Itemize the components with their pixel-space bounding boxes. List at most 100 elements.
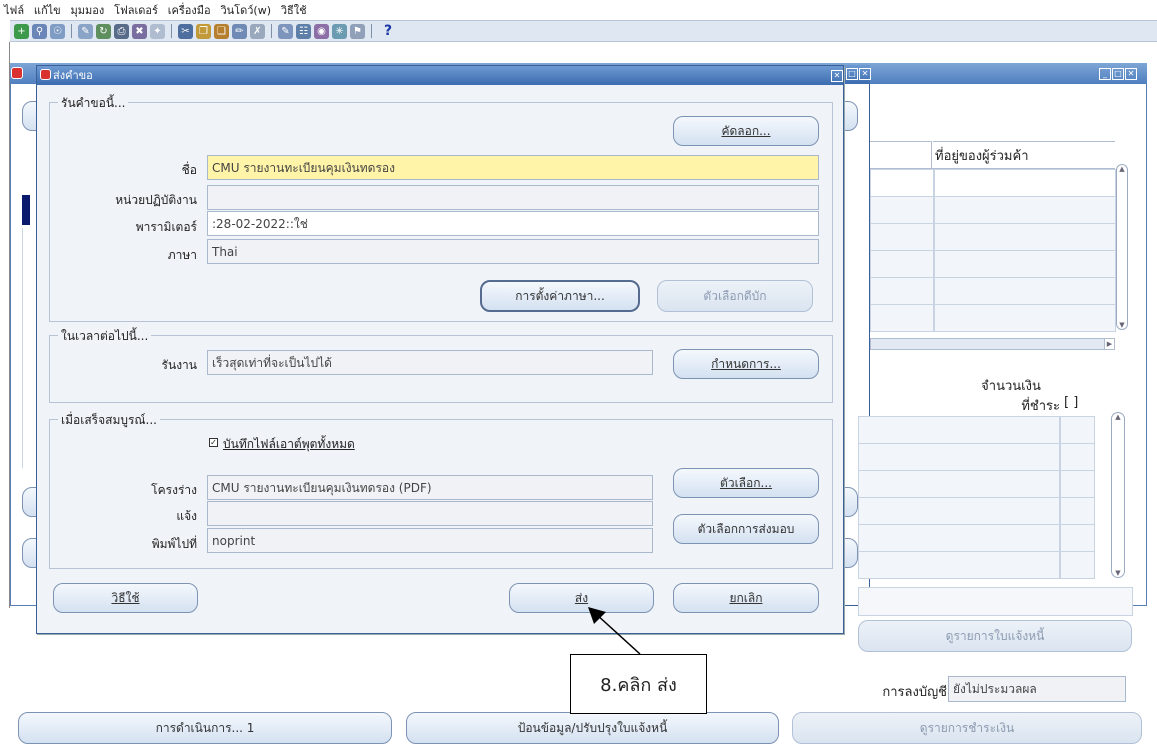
edit-field-icon[interactable]: ✎ — [278, 23, 293, 39]
debug-options-button[interactable]: ตัวเลือกดีบัก — [657, 280, 813, 312]
table-cell[interactable] — [934, 304, 1116, 332]
amount-cell[interactable] — [858, 443, 1060, 471]
name-field[interactable]: CMU รายงานทะเบียนคุมเงินทดรอง — [207, 155, 819, 180]
amount-row[interactable] — [858, 551, 1095, 579]
amount-row[interactable] — [858, 416, 1095, 444]
translations-icon[interactable]: ◉ — [314, 23, 329, 39]
amount-check-cell[interactable] — [1060, 524, 1095, 552]
table-cell[interactable] — [934, 223, 1116, 251]
operating-unit-label: หน่วยปฏิบัติงาน — [115, 193, 197, 207]
bg-button-right[interactable] — [844, 538, 858, 568]
menu-view[interactable]: มุมมอง — [71, 0, 105, 22]
amount-cell[interactable] — [858, 497, 1060, 525]
minimize-icon[interactable]: _ — [1099, 68, 1111, 80]
table-row[interactable] — [870, 196, 1116, 224]
menu-folder[interactable]: โฟลเดอร์ — [114, 0, 158, 22]
layout-field[interactable]: CMU รายงานทะเบียนคุมเงินทดรอง (PDF) — [207, 475, 653, 500]
run-job-field[interactable]: เร็วสุดเท่าที่จะเป็นไปได้ — [207, 350, 653, 375]
table-cell[interactable] — [870, 196, 934, 224]
amount-check-cell[interactable] — [1060, 443, 1095, 471]
table-row[interactable] — [870, 223, 1116, 251]
table-cell[interactable] — [870, 277, 934, 305]
close-form-icon[interactable]: ✖ — [132, 23, 147, 39]
amount-check-cell[interactable] — [1060, 497, 1095, 525]
delete-record-icon[interactable]: ✗ — [250, 23, 265, 39]
bg-button-right[interactable] — [844, 101, 858, 131]
view-payments-button[interactable]: ดูรายการชำระเงิน — [792, 712, 1142, 744]
table-cell[interactable] — [870, 223, 934, 251]
copy-button[interactable]: คัดลอก... — [673, 116, 819, 146]
vertical-scrollbar[interactable]: ▲ ▼ — [1116, 164, 1128, 330]
new-icon[interactable]: ✦ — [150, 23, 165, 39]
paste-icon[interactable]: ❑ — [214, 23, 229, 39]
amount-row[interactable] — [858, 524, 1095, 552]
options-button[interactable]: ตัวเลือก... — [673, 468, 819, 498]
folder-tools-icon[interactable]: ⚑ — [350, 23, 365, 39]
print-icon[interactable]: ⎙ — [114, 23, 129, 39]
language-field[interactable]: Thai — [207, 239, 819, 264]
enter-update-invoice-button[interactable]: ป้อนข้อมูล/ปรับปรุงใบแจ้งหนี้ — [406, 712, 779, 744]
close-icon[interactable]: ✕ — [1125, 68, 1137, 80]
table-cell[interactable] — [934, 169, 1116, 197]
table-row[interactable] — [870, 250, 1116, 278]
amount-check-cell[interactable] — [1060, 470, 1095, 498]
help-button[interactable]: วิธีใช้ — [53, 583, 198, 613]
menu-tools[interactable]: เครื่องมือ — [168, 0, 211, 22]
cut-icon[interactable]: ✂ — [178, 23, 193, 39]
amount-check-cell[interactable] — [1060, 416, 1095, 444]
maximize-icon[interactable]: □ — [846, 68, 858, 80]
table-row[interactable] — [870, 277, 1116, 305]
save-icon[interactable]: ✎ — [78, 23, 93, 39]
table-cell[interactable] — [934, 277, 1116, 305]
zoom-icon[interactable]: ☷ — [296, 23, 311, 39]
table-cell[interactable] — [870, 250, 934, 278]
amount-cell[interactable] — [858, 470, 1060, 498]
parameters-field[interactable]: :28-02-2022::ใช่ — [207, 211, 819, 236]
help-icon[interactable]: ? — [384, 23, 392, 39]
amount-check-cell[interactable] — [1060, 551, 1095, 579]
table-cell[interactable] — [934, 250, 1116, 278]
menu-file[interactable]: ไฟล์ — [4, 0, 24, 22]
operating-unit-field[interactable] — [207, 185, 819, 210]
amount-cell[interactable] — [858, 524, 1060, 552]
horizontal-scrollbar[interactable]: ▶ — [870, 338, 1115, 350]
schedule-button[interactable]: กำหนดการ... — [673, 349, 819, 379]
menu-help[interactable]: วิธีใช้ — [281, 0, 307, 22]
amount-cell[interactable] — [858, 416, 1060, 444]
amount-vertical-scrollbar[interactable]: ▲ ▼ — [1111, 412, 1125, 578]
table-cell[interactable] — [870, 169, 934, 197]
table-cell[interactable] — [870, 304, 934, 332]
run-request-legend: รันคำขอนี้... — [58, 94, 129, 113]
maximize-icon[interactable]: □ — [1112, 68, 1124, 80]
close-icon[interactable]: ✕ — [859, 68, 871, 80]
find-icon[interactable]: ⚲ — [32, 23, 47, 39]
amount-row[interactable] — [858, 497, 1095, 525]
actions-button[interactable]: การดำเนินการ... 1 — [18, 712, 392, 744]
delivery-options-button[interactable]: ตัวเลือกการส่งมอบ — [673, 514, 819, 544]
menu-edit[interactable]: แก้ไข — [34, 0, 61, 22]
print-to-field[interactable]: noprint — [207, 528, 653, 553]
view-invoice-button[interactable]: ดูรายการใบแจ้งหนี้ — [858, 620, 1132, 652]
table-cell[interactable] — [934, 196, 1116, 224]
scroll-right-icon[interactable]: ▶ — [1104, 339, 1114, 349]
accounting-label: การลงบัญชี — [882, 685, 947, 700]
new-record-icon[interactable]: + — [14, 23, 29, 39]
menu-window[interactable]: วินโดว์(w) — [220, 0, 271, 22]
table-row[interactable] — [870, 169, 1116, 197]
switch-icon[interactable]: ↻ — [96, 23, 111, 39]
navigator-icon[interactable]: ☉ — [50, 23, 65, 39]
amount-row[interactable] — [858, 470, 1095, 498]
notify-field[interactable] — [207, 501, 653, 526]
table-row[interactable] — [870, 304, 1116, 332]
copy-icon[interactable]: ❐ — [196, 23, 211, 39]
amount-cell[interactable] — [858, 551, 1060, 579]
save-output-checkbox[interactable]: ✓ — [209, 438, 218, 447]
attachments-icon[interactable]: ✳ — [332, 23, 347, 39]
clear-record-icon[interactable]: ✏ — [232, 23, 247, 39]
language-settings-button[interactable]: การตั้งค่าภาษา... — [480, 280, 640, 312]
amount-row[interactable] — [858, 443, 1095, 471]
cancel-button[interactable]: ยกเลิก — [673, 583, 819, 613]
bg-button-right[interactable] — [844, 487, 858, 517]
dialog-close-icon[interactable]: ✕ — [831, 70, 843, 82]
schedule-button-label: กำหนดการ... — [711, 356, 781, 371]
